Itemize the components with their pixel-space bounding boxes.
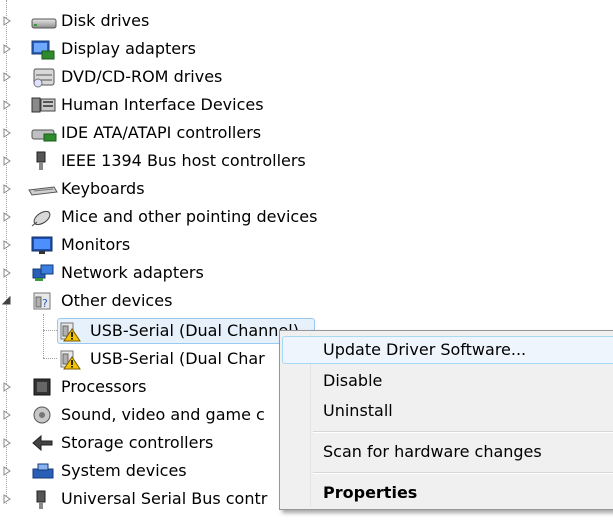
tree-item-ide-controllers[interactable]: IDE ATA/ATAPI controllers bbox=[0, 119, 290, 147]
display-adapter-icon bbox=[24, 39, 55, 60]
tree-item-keyboards[interactable]: Keyboards bbox=[0, 175, 160, 203]
menu-item-label: Disable bbox=[323, 371, 383, 390]
other-devices-icon: ? bbox=[24, 291, 51, 311]
unknown-device-warning-icon bbox=[58, 321, 81, 342]
tree-item-human-interface-devices[interactable]: Human Interface Devices bbox=[0, 91, 280, 119]
expand-arrow-icon[interactable] bbox=[2, 438, 12, 448]
tree-item-display-adapters[interactable]: Display adapters bbox=[0, 35, 210, 63]
expand-arrow-icon[interactable] bbox=[2, 382, 12, 392]
menu-separator bbox=[313, 472, 613, 474]
ide-controller-icon bbox=[24, 123, 57, 143]
tree-item-label: Universal Serial Bus contr bbox=[61, 489, 268, 508]
tree-guide-line bbox=[43, 314, 44, 358]
tree-item-disk-drives[interactable]: Disk drives bbox=[0, 7, 160, 35]
expand-arrow-icon[interactable] bbox=[2, 212, 12, 222]
tree-item-ieee1394-controllers[interactable]: IEEE 1394 Bus host controllers bbox=[0, 147, 320, 175]
menu-item-disable[interactable]: Disable bbox=[282, 367, 613, 395]
expand-arrow-icon[interactable] bbox=[2, 128, 12, 138]
collapse-arrow-icon[interactable] bbox=[2, 296, 12, 306]
disk-drive-icon bbox=[24, 11, 57, 31]
expand-arrow-icon[interactable] bbox=[2, 100, 12, 110]
tree-item-label: System devices bbox=[61, 461, 187, 480]
tree-item-other-devices[interactable]: ? Other devices bbox=[0, 287, 190, 315]
system-devices-icon bbox=[24, 461, 54, 481]
tree-item-label: Keyboards bbox=[61, 179, 145, 198]
menu-item-scan-hardware[interactable]: Scan for hardware changes bbox=[282, 438, 613, 466]
hid-icon bbox=[24, 95, 56, 115]
storage-controller-icon bbox=[24, 433, 53, 453]
expand-arrow-icon[interactable] bbox=[2, 240, 12, 250]
expand-arrow-icon[interactable] bbox=[2, 410, 12, 420]
tree-item-label: Disk drives bbox=[61, 11, 150, 30]
tree-item-dvd-drives[interactable]: DVD/CD-ROM drives bbox=[0, 63, 250, 91]
menu-item-update-driver[interactable]: Update Driver Software... bbox=[282, 336, 613, 364]
usb-icon bbox=[24, 489, 46, 509]
tree-item-label: Display adapters bbox=[61, 39, 197, 58]
menu-item-label: Update Driver Software... bbox=[323, 340, 527, 359]
context-menu: Update Driver Software... Disable Uninst… bbox=[279, 330, 613, 510]
expand-arrow-icon[interactable] bbox=[2, 268, 12, 278]
expand-arrow-icon[interactable] bbox=[2, 184, 12, 194]
svg-text:?: ? bbox=[42, 297, 48, 310]
tree-item-label: Mice and other pointing devices bbox=[61, 207, 318, 226]
processor-icon bbox=[24, 377, 51, 397]
tree-item-label: DVD/CD-ROM drives bbox=[61, 67, 223, 86]
tree-item-monitors[interactable]: Monitors bbox=[0, 231, 150, 259]
tree-item-label: IDE ATA/ATAPI controllers bbox=[61, 123, 262, 142]
tree-item-label: Storage controllers bbox=[61, 433, 214, 452]
tree-item-label: Processors bbox=[61, 377, 147, 396]
tree-item-label: Monitors bbox=[61, 235, 131, 254]
unknown-device-warning-icon bbox=[58, 349, 81, 370]
network-adapter-icon bbox=[24, 263, 54, 283]
tree-item-mice[interactable]: Mice and other pointing devices bbox=[0, 203, 340, 231]
tree-item-usb-controllers[interactable]: Universal Serial Bus contr bbox=[0, 485, 280, 513]
tree-guide-line bbox=[43, 330, 57, 331]
tree-item-label: Other devices bbox=[61, 291, 173, 310]
tree-item-storage-controllers[interactable]: Storage controllers bbox=[0, 429, 240, 457]
menu-item-label: Scan for hardware changes bbox=[323, 442, 542, 461]
monitor-icon bbox=[24, 235, 53, 255]
tree-item-label: USB-Serial (Dual Char bbox=[90, 349, 265, 368]
tree-item-usb-serial-1[interactable]: USB-Serial (Dual Channel) bbox=[56, 317, 316, 345]
keyboard-icon bbox=[24, 179, 58, 199]
menu-item-uninstall[interactable]: Uninstall bbox=[282, 397, 613, 425]
tree-item-label: IEEE 1394 Bus host controllers bbox=[61, 151, 306, 170]
menu-separator bbox=[313, 431, 613, 433]
tree-item-label: Network adapters bbox=[61, 263, 204, 282]
dvd-drive-icon bbox=[24, 67, 55, 88]
tree-guide-line bbox=[43, 358, 57, 359]
mouse-icon bbox=[24, 207, 51, 227]
tree-item-network-adapters[interactable]: Network adapters bbox=[0, 259, 220, 287]
menu-item-properties[interactable]: Properties bbox=[282, 479, 613, 507]
expand-arrow-icon[interactable] bbox=[2, 72, 12, 82]
tree-item-system-devices[interactable]: System devices bbox=[0, 457, 200, 485]
sound-icon bbox=[24, 405, 51, 425]
tree-item-label: USB-Serial (Dual Channel) bbox=[90, 321, 299, 340]
tree-item-label: Human Interface Devices bbox=[61, 95, 264, 114]
expand-arrow-icon[interactable] bbox=[2, 44, 12, 54]
expand-arrow-icon[interactable] bbox=[2, 466, 12, 476]
menu-item-label: Uninstall bbox=[323, 401, 393, 420]
tree-item-label: Sound, video and game c bbox=[61, 405, 265, 424]
menu-item-label: Properties bbox=[323, 483, 418, 502]
tree-item-usb-serial-2[interactable]: USB-Serial (Dual Char bbox=[56, 345, 286, 373]
tree-item-sound-video-game[interactable]: Sound, video and game c bbox=[0, 401, 280, 429]
tree-item-processors[interactable]: Processors bbox=[0, 373, 160, 401]
expand-arrow-icon[interactable] bbox=[2, 494, 12, 504]
expand-arrow-icon[interactable] bbox=[2, 156, 12, 166]
ieee1394-icon bbox=[24, 151, 46, 171]
expand-arrow-icon[interactable] bbox=[2, 16, 12, 26]
